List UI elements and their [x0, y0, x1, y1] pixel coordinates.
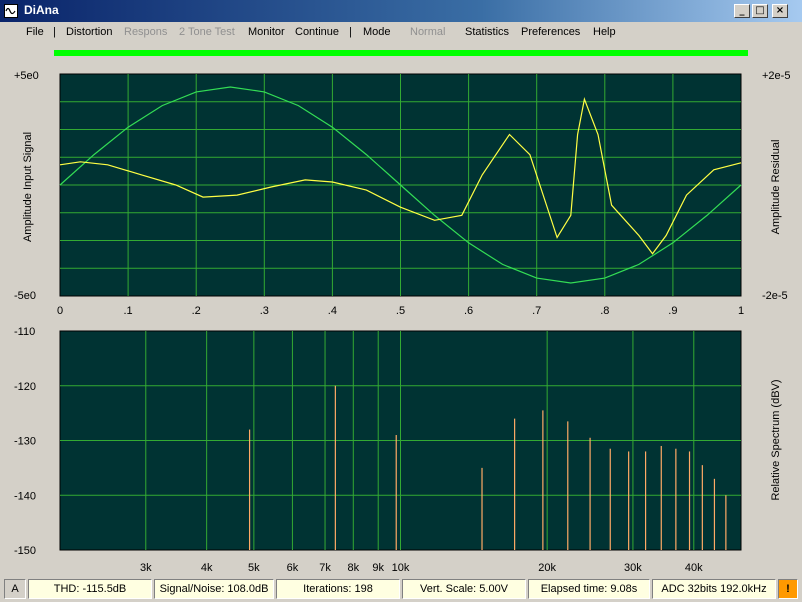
- left-axis-top-label: +5e0: [14, 70, 39, 82]
- left-axis-bottom-label: -5e0: [14, 290, 36, 302]
- spectrum-x-tick: 20k: [538, 562, 556, 574]
- status-bar: A THD: -115.5dB Signal/Noise: 108.0dB It…: [0, 578, 802, 602]
- status-iterations: Iterations: 198: [276, 579, 400, 599]
- left-axis-title: Amplitude Input Signal: [22, 132, 34, 242]
- spectrum-x-tick: 5k: [248, 562, 260, 574]
- right-axis-title: Amplitude Residual: [770, 140, 782, 235]
- status-signal-noise: Signal/Noise: 108.0dB: [154, 579, 274, 599]
- spectrum-x-tick: 6k: [287, 562, 299, 574]
- spectrum-x-tick: 40k: [685, 562, 703, 574]
- time-x-tick: .3: [260, 305, 269, 317]
- spectrum-y-tick: -110: [14, 326, 35, 338]
- spectrum-y-tick: -150: [14, 545, 36, 557]
- spectrum-y-tick: -130: [14, 436, 36, 448]
- time-x-tick: .1: [124, 305, 133, 317]
- spectrum-x-tick: 9k: [372, 562, 384, 574]
- status-elapsed-time: Elapsed time: 9.08s: [528, 579, 650, 599]
- time-x-tick: .4: [328, 305, 337, 317]
- spectrum-x-tick-labels: 3k 4k 5k 6k 7k 8k 9k 10k 20k 30k 40k: [140, 562, 703, 574]
- spectrum-x-tick: 7k: [319, 562, 331, 574]
- time-x-tick: 0: [57, 305, 63, 317]
- time-x-tick: 1: [738, 305, 744, 317]
- spectrum-x-tick: 8k: [347, 562, 359, 574]
- plots-canvas: +5e0 -5e0 +2e-5 -2e-5 Amplitude Input Si…: [14, 70, 790, 574]
- spectrum-plot: -110 -120 -130 -140 -150 3k 4k 5k 6k 7k 8k 9k 10k 20…: [14, 326, 782, 574]
- time-domain-plot: +5e0 -5e0 +2e-5 -2e-5 Amplitude Input Si…: [14, 70, 790, 317]
- right-axis-top-label: +2e-5: [762, 70, 790, 82]
- spectrum-y-tick: -140: [14, 490, 36, 502]
- spectrum-x-tick: 3k: [140, 562, 152, 574]
- time-x-tick-labels: 0 .1 .2 .3 .4 .5 .6 .7 .8 .9 1: [57, 305, 744, 317]
- spectrum-x-tick: 4k: [201, 562, 213, 574]
- status-vert-scale: Vert. Scale: 5.00V: [402, 579, 526, 599]
- spectrum-x-tick: 10k: [392, 562, 410, 574]
- time-x-tick: .5: [396, 305, 405, 317]
- status-warning-icon[interactable]: !: [778, 579, 798, 599]
- spectrum-axis-title: Relative Spectrum (dBV): [770, 379, 782, 500]
- spectrum-y-tick: -120: [14, 381, 36, 393]
- time-x-tick: .8: [600, 305, 609, 317]
- right-axis-bottom-label: -2e-5: [762, 290, 788, 302]
- time-x-tick: .6: [464, 305, 473, 317]
- time-x-tick: .9: [668, 305, 677, 317]
- spectrum-y-tick-labels: -110 -120 -130 -140 -150: [14, 326, 36, 557]
- time-x-tick: .2: [192, 305, 201, 317]
- time-x-tick: .7: [532, 305, 541, 317]
- spectrum-x-tick: 30k: [624, 562, 642, 574]
- status-thd: THD: -115.5dB: [28, 579, 152, 599]
- status-mode: A: [4, 579, 26, 599]
- status-adc: ADC 32bits 192.0kHz: [652, 579, 776, 599]
